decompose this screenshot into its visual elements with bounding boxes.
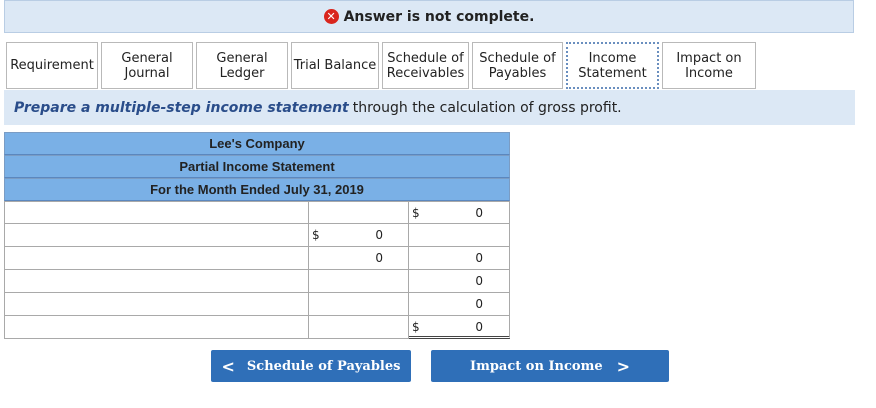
statement-header: Lee's Company Partial Income Statement F… bbox=[4, 132, 510, 201]
dollar-sign: $ bbox=[412, 320, 420, 334]
tab-schedule-of-receivables[interactable]: Schedule of Receivables bbox=[382, 42, 469, 89]
next-button-label: Impact on Income bbox=[470, 358, 603, 374]
chevron-right-icon: > bbox=[616, 356, 630, 376]
tab-trial-balance[interactable]: Trial Balance bbox=[291, 42, 379, 89]
amount-input[interactable] bbox=[309, 316, 409, 339]
tab-requirement[interactable]: Requirement bbox=[6, 42, 98, 89]
table-row: 0 bbox=[4, 270, 510, 293]
tab-impact-on-income[interactable]: Impact on Income bbox=[662, 42, 756, 89]
tab-income-statement[interactable]: Income Statement bbox=[566, 42, 659, 89]
total-value: 0 bbox=[475, 297, 483, 311]
amount-value: 0 bbox=[375, 251, 383, 265]
total-input[interactable]: 0 bbox=[409, 293, 510, 316]
label-input[interactable] bbox=[4, 293, 309, 316]
table-row: $ 0 bbox=[4, 316, 510, 339]
total-value: 0 bbox=[475, 251, 483, 265]
chevron-left-icon: < bbox=[221, 356, 235, 376]
total-input[interactable] bbox=[409, 224, 510, 247]
label-input[interactable] bbox=[4, 316, 309, 339]
total-value: 0 bbox=[475, 320, 483, 334]
tab-general-ledger[interactable]: General Ledger bbox=[196, 42, 288, 89]
answer-status-text: Answer is not complete. bbox=[343, 8, 535, 25]
total-input[interactable]: 0 bbox=[409, 247, 510, 270]
amount-input[interactable]: $ 0 bbox=[309, 224, 409, 247]
instruction-bar: Prepare a multiple-step income statement… bbox=[4, 90, 855, 125]
table-row: 0 0 bbox=[4, 247, 510, 270]
table-row: 0 bbox=[4, 293, 510, 316]
label-input[interactable] bbox=[4, 270, 309, 293]
tab-bar: Requirement General Journal General Ledg… bbox=[6, 42, 759, 89]
statement-title: Partial Income Statement bbox=[4, 155, 510, 178]
label-input[interactable] bbox=[4, 247, 309, 270]
total-input[interactable]: $ 0 bbox=[409, 316, 510, 339]
answer-status-banner: ✕ Answer is not complete. bbox=[4, 0, 854, 33]
next-impact-on-income-button[interactable]: Impact on Income > bbox=[431, 350, 669, 382]
error-x-icon: ✕ bbox=[323, 9, 339, 24]
total-input[interactable]: 0 bbox=[409, 270, 510, 293]
instruction-emphasis: Prepare a multiple-step income statement bbox=[14, 99, 349, 116]
amount-input[interactable]: 0 bbox=[309, 247, 409, 270]
amount-input[interactable] bbox=[309, 201, 409, 224]
statement-period: For the Month Ended July 31, 2019 bbox=[4, 178, 510, 201]
prev-schedule-of-payables-button[interactable]: < Schedule of Payables bbox=[211, 350, 411, 382]
total-value: 0 bbox=[475, 274, 483, 288]
table-row: $ 0 bbox=[4, 224, 510, 247]
label-input[interactable] bbox=[4, 224, 309, 247]
total-input[interactable]: $ 0 bbox=[409, 201, 510, 224]
dollar-sign: $ bbox=[312, 228, 320, 242]
tab-general-journal[interactable]: General Journal bbox=[101, 42, 193, 89]
statement-grid: $ 0 $ 0 0 0 0 0 $ 0 bbox=[4, 201, 510, 339]
amount-input[interactable] bbox=[309, 270, 409, 293]
amount-input[interactable] bbox=[309, 293, 409, 316]
table-row: $ 0 bbox=[4, 201, 510, 224]
label-input[interactable] bbox=[4, 201, 309, 224]
instruction-text: through the calculation of gross profit. bbox=[352, 99, 622, 116]
tab-schedule-of-payables[interactable]: Schedule of Payables bbox=[472, 42, 563, 89]
dollar-sign: $ bbox=[412, 206, 420, 220]
prev-button-label: Schedule of Payables bbox=[246, 358, 401, 374]
amount-value: 0 bbox=[375, 228, 383, 242]
total-value: 0 bbox=[475, 206, 483, 220]
company-name: Lee's Company bbox=[4, 132, 510, 155]
